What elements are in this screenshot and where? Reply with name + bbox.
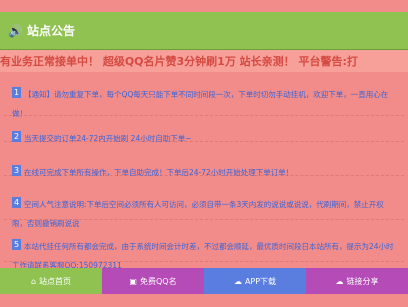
tab-link-share[interactable]: ☁ 链接分享 (306, 268, 408, 294)
notice-text: 在线可完成下单所有操作，下单自助完成！下单后24-72小时开始处理下单订单！ (24, 168, 294, 177)
gift-icon: ▣ (129, 276, 137, 286)
notice-text: 空间人气注意说明:下单后空间必须所有人可访问，必须自带一条3天内发的说说或说说，… (12, 200, 384, 228)
tab-label: 免费QQ名 (139, 276, 177, 286)
notice-number-badge: 1 (12, 87, 21, 98)
notice-number-badge: 3 (12, 165, 21, 176)
marquee-text: 有业务正常接单中！ 超级QQ名片赞3分钟刷1万 站长亲测！ 平台警告:打 (0, 55, 358, 68)
tab-label: 链接分享 (346, 276, 379, 286)
tab-free-qq[interactable]: ▣ 免费QQ名 (102, 268, 204, 294)
notice-item[interactable]: 1 【通知】请勿重复下单，每个QQ每天只能下单不同时间段一次，下单时切勿手动挂机，… (4, 76, 404, 118)
notice-number-badge: 4 (12, 197, 21, 208)
tab-label: APP下载 (244, 276, 277, 286)
speaker-icon: 🔊 (8, 23, 23, 38)
notice-text: 当天提交的订单24-72内开始刷 24小时自助下单~ (24, 134, 192, 143)
notice-text: 本站代挂任何所有都会完成，由于系统时间会计时差，不过都会顺延，最优质时间段日本站… (12, 242, 394, 270)
notice-text: 【通知】请勿重复下单，每个QQ每天只能下单不同时间段一次，下单时切勿手动挂机，欢… (12, 90, 389, 118)
notice-item[interactable]: 4 空间人气注意说明:下单后空间必须所有人可访问，必须自带一条3天内发的说说或说说… (4, 186, 404, 228)
header-title: 站点公告 (26, 24, 75, 38)
scrolling-marquee: 有业务正常接单中！ 超级QQ名片赞3分钟刷1万 站长亲测！ 平台警告:打 (0, 50, 408, 72)
announcement-header: 🔊 站点公告 (0, 12, 408, 50)
cloud-icon: ☁ (335, 276, 344, 286)
home-icon: ⌂ (30, 276, 37, 286)
notice-number-badge: 2 (12, 131, 21, 142)
tab-site-home[interactable]: ⌂ 站点首页 (0, 268, 102, 294)
tab-label: 站点首页 (39, 276, 72, 286)
bottom-nav-bar: ⌂ 站点首页 ▣ 免费QQ名 ☁ APP下载 ☁ 链接分享 (0, 268, 408, 294)
notice-item[interactable]: 2 当天提交的订单24-72内开始刷 24小时自助下单~ (4, 120, 404, 143)
notice-number-badge: 5 (12, 239, 21, 250)
notice-item[interactable]: 5 本站代挂任何所有都会完成，由于系统时间会计时差，不过都会顺延，最优质时间段日本… (4, 228, 404, 270)
cloud-icon: ☁ (233, 276, 242, 286)
tab-app-download[interactable]: ☁ APP下载 (204, 268, 306, 294)
notice-item[interactable]: 3 在线可完成下单所有操作，下单自助完成！下单后24-72小时开始处理下单订单！ (4, 154, 404, 177)
